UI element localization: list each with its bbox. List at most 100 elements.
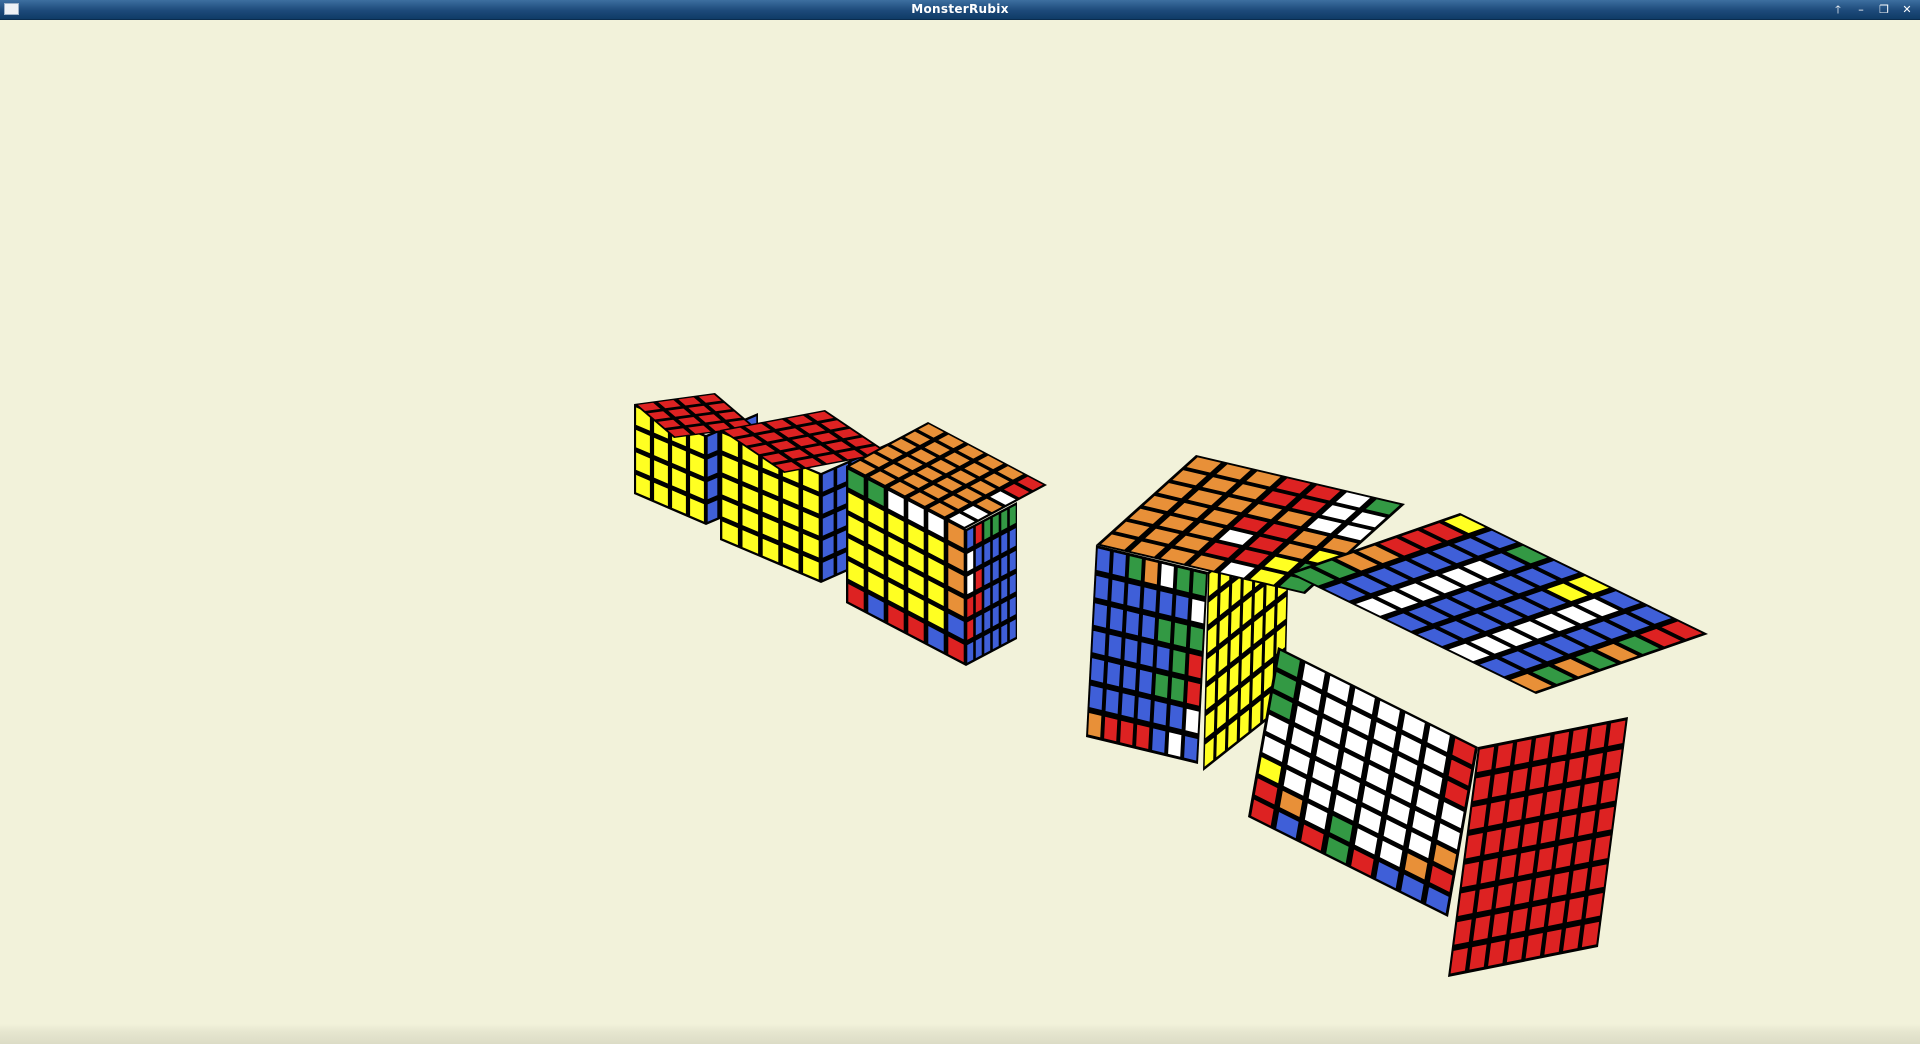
sticker[interactable] [1120,692,1136,719]
sticker[interactable] [1569,726,1589,755]
sticker[interactable] [1580,780,1601,809]
sticker[interactable] [1119,719,1135,747]
sticker[interactable] [1535,845,1556,874]
sticker[interactable] [1494,881,1514,910]
sticker[interactable] [1008,595,1017,619]
cube-8x8-face-front[interactable] [1248,647,1478,917]
sticker[interactable] [1140,613,1157,641]
sticker[interactable] [1171,648,1187,676]
sticker[interactable] [1008,572,1017,596]
sticker[interactable] [1000,577,1009,601]
sticker[interactable] [1111,551,1127,578]
sticker[interactable] [1468,943,1488,971]
window-titlebar[interactable]: MonsterRubix 🡑 – ❐ ✕ [0,0,1920,20]
sticker[interactable] [1108,606,1125,633]
sticker[interactable] [974,544,983,569]
cube-7x7-face-front[interactable] [1086,545,1208,764]
sticker[interactable] [1502,824,1522,853]
sticker[interactable] [1174,594,1190,621]
sticker[interactable] [1127,555,1143,582]
sticker[interactable] [1000,622,1009,646]
sticker[interactable] [1184,707,1200,735]
sticker[interactable] [1091,629,1107,657]
sticker[interactable] [1513,878,1533,906]
sticker[interactable] [1505,795,1526,824]
sticker[interactable] [1494,741,1514,770]
sticker[interactable] [1105,660,1122,688]
sticker[interactable] [1107,633,1123,661]
sticker[interactable] [983,540,992,564]
sticker[interactable] [1490,910,1511,939]
sticker[interactable] [1468,803,1488,831]
sticker[interactable] [1543,928,1563,956]
sticker[interactable] [1562,784,1582,813]
sticker[interactable] [983,608,992,633]
sticker[interactable] [991,513,1000,537]
sticker[interactable] [1565,895,1586,924]
sticker[interactable] [1095,547,1111,574]
sticker[interactable] [1532,734,1552,763]
sticker[interactable] [991,627,1000,651]
sticker[interactable] [1152,699,1168,727]
sticker[interactable] [1087,711,1103,739]
sticker[interactable] [1524,931,1544,960]
sticker[interactable] [1588,723,1608,751]
sticker[interactable] [1008,526,1017,551]
sticker[interactable] [1008,549,1017,573]
sticker[interactable] [966,595,975,619]
sticker[interactable] [1191,570,1207,598]
sticker[interactable] [991,535,1000,560]
sticker[interactable] [1139,641,1155,668]
sticker[interactable] [1000,599,1009,624]
sticker[interactable] [1167,731,1183,758]
sticker[interactable] [1573,838,1593,866]
sticker[interactable] [1156,617,1173,645]
sticker[interactable] [1172,621,1189,649]
sticker[interactable] [1183,735,1199,762]
sticker[interactable] [966,549,975,573]
sticker[interactable] [1151,727,1167,754]
shade-button[interactable]: 🡑 [1829,2,1847,17]
sticker[interactable] [974,636,983,660]
sticker[interactable] [706,476,719,501]
sticker[interactable] [1520,820,1541,849]
3d-viewport[interactable] [0,20,1920,1024]
sticker[interactable] [1449,946,1469,975]
sticker[interactable] [1509,766,1529,795]
sticker[interactable] [1475,885,1496,914]
sticker[interactable] [1094,574,1110,602]
sticker[interactable] [1524,791,1544,820]
sticker[interactable] [1136,696,1152,723]
sticker[interactable] [1158,590,1174,617]
sticker[interactable] [1187,652,1203,680]
sticker[interactable] [1584,751,1604,780]
sticker[interactable] [1487,939,1507,968]
sticker[interactable] [966,572,975,596]
sticker[interactable] [1528,903,1548,931]
sticker[interactable] [1092,602,1109,629]
sticker[interactable] [1547,899,1567,928]
sticker[interactable] [1000,531,1009,555]
sticker[interactable] [1577,809,1597,838]
sticker[interactable] [1008,504,1017,528]
sticker[interactable] [974,567,983,591]
sticker[interactable] [706,454,719,478]
sticker[interactable] [983,563,992,587]
sticker[interactable] [1153,672,1170,700]
sticker[interactable] [1562,924,1582,953]
sticker[interactable] [1599,776,1619,805]
sticker[interactable] [1472,774,1492,803]
sticker[interactable] [991,581,1000,605]
maximize-button[interactable]: ❐ [1875,2,1893,17]
sticker[interactable] [1550,870,1571,899]
sticker[interactable] [1472,914,1492,943]
sticker[interactable] [1490,770,1511,799]
sticker[interactable] [1550,730,1571,759]
sticker[interactable] [1185,680,1202,707]
sticker[interactable] [1137,668,1154,696]
sticker[interactable] [983,517,992,541]
sticker[interactable] [1592,834,1612,863]
sticker[interactable] [1565,755,1586,784]
sticker[interactable] [1168,703,1184,731]
sticker[interactable] [1143,558,1159,586]
